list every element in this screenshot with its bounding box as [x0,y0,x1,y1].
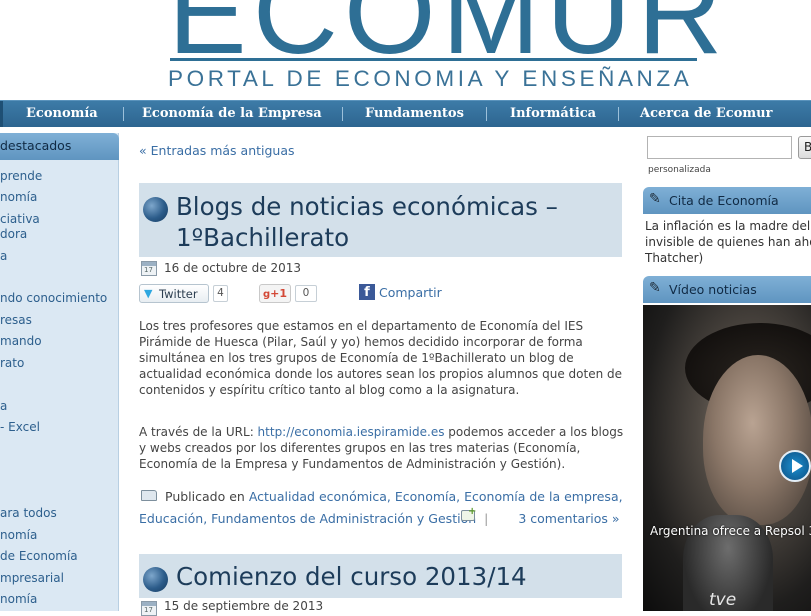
site-logo[interactable]: ECOMUR [168,0,728,72]
calendar-day: 17 [144,266,153,274]
share-link[interactable]: Compartir [379,285,442,300]
post-header: Blogs de noticias económicas – 1ºBachill… [139,183,622,257]
logo-underline [170,58,697,61]
nav-item-informatica[interactable]: Informática [510,101,596,127]
sidebar-link[interactable]: nomía [0,190,37,204]
play-icon[interactable] [779,450,811,482]
left-sidebar-title: destacados [0,138,72,153]
nav-item-economia-empresa[interactable]: Economía de la Empresa [142,101,322,127]
post-paragraph-prefix: A través de la URL: [139,425,258,439]
quote-widget-title: Cita de Economía [669,193,779,208]
nav-separator [342,107,343,121]
quote-line: Thatcher) [645,251,704,265]
quote-widget-header: ✎ Cita de Economía [643,187,811,214]
nav-item-economia[interactable]: Economía [26,101,98,127]
video-widget-header: ✎ Vídeo noticias [643,276,811,303]
quote-line: La inflación es la madre del p [645,219,811,233]
gplus-label: +1 [270,287,288,300]
gplus-button[interactable]: g+1 [259,284,291,303]
nav-active-tab-edge [0,101,3,127]
tve-watermark: tve [709,590,737,610]
category-links[interactable]: Educación, Fundamentos de Administración… [139,511,476,526]
sidebar-link[interactable]: prende [0,169,42,183]
left-sidebar: destacados prende nomía ciativa dora a n… [0,133,119,611]
older-entries-link[interactable]: « Entradas más antiguas [139,143,295,158]
video-player[interactable]: Argentina ofrece a Repsol 3.7 tve [643,305,811,611]
video-caption[interactable]: Argentina ofrece a Repsol 3.7 [650,524,811,538]
video-thumbnail-face [703,355,811,525]
calendar-day: 17 [144,606,153,614]
main-nav: Economía Economía de la Empresa Fundamen… [0,100,811,127]
post-categories: Publicado en Actualidad económica, Econo… [139,486,625,530]
facebook-icon[interactable]: f [359,284,375,300]
sidebar-link[interactable]: nomía [0,592,37,606]
published-in-label: Publicado en [165,489,245,504]
blog-url-link[interactable]: http://economia.iespiramide.es [258,425,445,439]
sidebar-link[interactable]: dora [0,227,27,241]
post-date: 16 de octubre de 2013 [164,261,301,275]
video-widget-title: Vídeo noticias [669,282,757,297]
left-sidebar-header: destacados [0,133,119,160]
sidebar-link[interactable]: ciativa [0,212,40,226]
sidebar-link[interactable]: resas [0,313,32,327]
sidebar-link[interactable]: - Excel [0,420,40,434]
twitter-label: Twitter [159,287,198,301]
category-links[interactable]: Actualidad económica, Economía, Economía… [249,489,623,504]
nav-item-fundamentos[interactable]: Fundamentos [365,101,464,127]
sidebar-link[interactable]: a [0,249,7,263]
sidebar-link[interactable]: mpresarial [0,571,64,585]
sidebar-link[interactable]: nomía [0,528,37,542]
search-button[interactable]: B [798,136,811,159]
post-paragraph: Los tres profesores que estamos en el de… [139,319,623,397]
sidebar-link[interactable]: rato [0,356,24,370]
nav-separator [618,107,619,121]
post-paragraph: A través de la URL: http://economia.iesp… [139,424,625,472]
meta-separator: | [484,511,489,526]
comments-link[interactable]: 3 comentarios » [518,511,619,526]
pencil-icon: ✎ [649,280,661,296]
post-title[interactable]: Comienzo del curso 2013/14 [176,561,616,592]
nav-separator [123,107,124,121]
nav-item-acerca[interactable]: Acerca de Ecomur [640,101,772,127]
pencil-icon: ✎ [649,191,661,207]
bullet-icon [143,197,168,222]
quote-line: invisible de quienes han ahor [645,235,811,249]
twitter-bird-icon: ▼ [144,287,153,300]
sidebar-link[interactable]: de Economía [0,549,78,563]
search-input[interactable] [647,136,792,159]
twitter-count: 4 [213,285,228,302]
sidebar-link[interactable]: mando [0,334,42,348]
post-title[interactable]: Blogs de noticias económicas – 1ºBachill… [176,191,616,253]
search-caption: personalizada [648,165,711,175]
nav-separator [486,107,487,121]
site-subtitle: PORTAL DE ECONOMIA Y ENSEÑANZA [168,66,693,91]
twitter-button[interactable]: ▼ Twitter [139,284,209,303]
sidebar-link[interactable]: a [0,399,7,413]
sidebar-link[interactable]: ara todos [0,506,57,520]
gplus-count: 0 [295,285,317,302]
sidebar-link[interactable]: ndo conocimiento [0,291,107,305]
economy-quote: La inflación es la madre del p invisible… [645,218,811,266]
add-comment-icon [461,506,476,521]
post-header: Comienzo del curso 2013/14 [139,554,622,598]
calendar-icon: 17 [141,601,157,616]
calendar-icon: 17 [141,261,157,276]
bullet-icon [143,567,168,592]
